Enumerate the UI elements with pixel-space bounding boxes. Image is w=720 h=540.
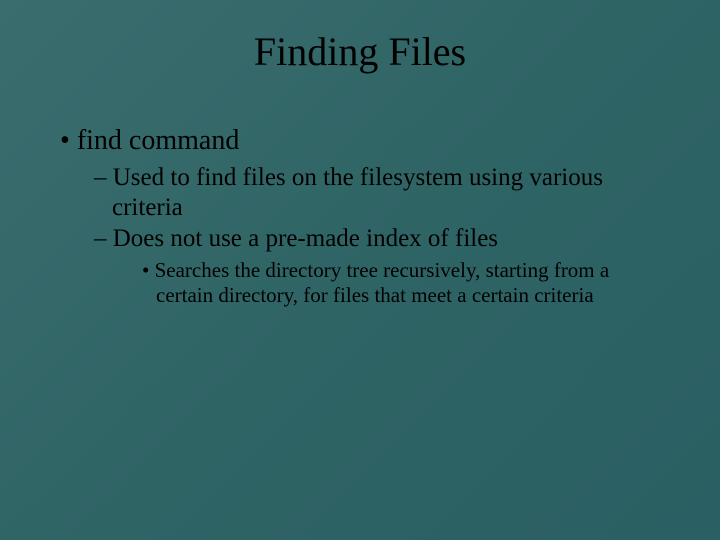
bullet-list-level3: Searches the directory tree recursively,… — [112, 258, 670, 309]
slide-title: Finding Files — [50, 28, 670, 75]
bullet-text: Searches the directory tree recursively,… — [155, 258, 610, 308]
bullet-list-level1: find command Used to find files on the f… — [50, 125, 670, 309]
bullet-text: Does not use a pre-made index of files — [113, 225, 498, 252]
bullet-text: find command — [77, 125, 240, 156]
bullet-list-level2: Used to find files on the filesystem usi… — [60, 163, 670, 309]
list-item: Searches the directory tree recursively,… — [142, 258, 670, 309]
list-item: Used to find files on the filesystem usi… — [94, 163, 670, 222]
slide: Finding Files find command Used to find … — [0, 0, 720, 540]
bullet-text: Used to find files on the filesystem usi… — [112, 164, 603, 221]
list-item: find command Used to find files on the f… — [60, 125, 670, 309]
list-item: Does not use a pre-made index of files S… — [94, 224, 670, 309]
